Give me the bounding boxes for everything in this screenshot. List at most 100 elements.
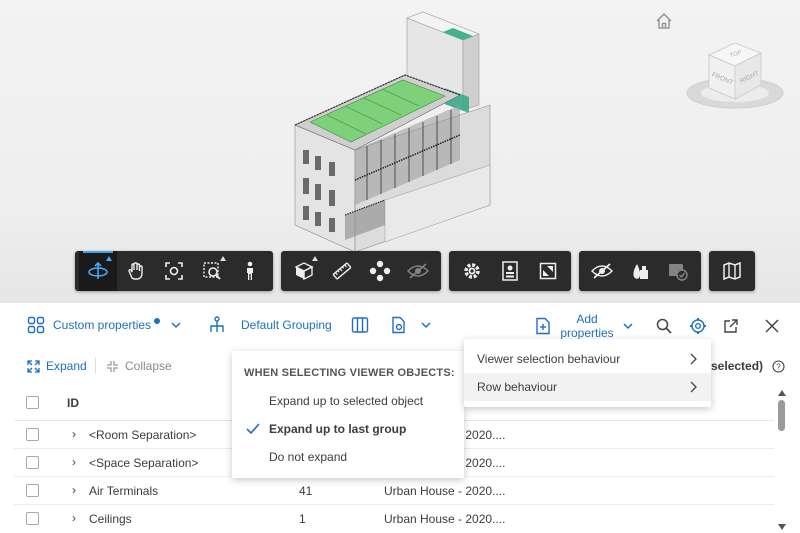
chevron-right-icon	[690, 381, 697, 393]
isolate-icon	[633, 264, 648, 279]
orbit-icon	[88, 261, 108, 279]
expand-row-icon[interactable]: ›	[72, 427, 76, 441]
row-id: Ceilings	[89, 512, 132, 526]
view-settings-button[interactable]	[389, 316, 432, 334]
default-grouping-label: Default Grouping	[241, 318, 332, 332]
pan-icon	[128, 262, 143, 280]
chevron-down-icon	[623, 323, 633, 330]
menu-option-label: Expand up to last group	[269, 422, 407, 436]
show-all-button[interactable]	[659, 251, 697, 291]
model-browser-button[interactable]	[361, 251, 399, 291]
chevron-down-icon	[421, 322, 431, 329]
select-all-checkbox[interactable]	[26, 396, 39, 409]
menu-heading: WHEN SELECTING VIEWER OBJECTS:	[244, 367, 455, 379]
column-header-id[interactable]: ID	[67, 396, 79, 410]
chevron-right-icon	[690, 353, 697, 365]
scrollbar-thumb[interactable]	[778, 400, 785, 431]
building-model[interactable]	[285, 10, 500, 260]
orbit-button[interactable]	[79, 251, 117, 291]
search-icon[interactable]	[655, 317, 673, 335]
menu-option-do-not-expand[interactable]: Do not expand	[232, 443, 464, 471]
fit-to-view-icon	[165, 262, 183, 280]
scroll-up-icon[interactable]	[777, 389, 787, 397]
open-external-icon[interactable]	[723, 318, 739, 334]
pan-button[interactable]	[117, 251, 155, 291]
fullscreen-button[interactable]	[529, 251, 567, 291]
custom-properties-button[interactable]: Custom properties	[27, 316, 182, 334]
help-icon[interactable]: ?	[772, 360, 785, 373]
add-properties-label: Add properties	[560, 312, 614, 340]
row-id: <Room Separation>	[89, 428, 197, 442]
table-scrollbar[interactable]	[777, 389, 787, 531]
columns-button[interactable]	[351, 316, 369, 334]
measure-icon	[332, 262, 352, 280]
collapse-button[interactable]: Collapse	[106, 359, 172, 373]
table-row[interactable]: › Ceilings 1 Urban House - 2020....	[14, 505, 774, 533]
hierarchy-icon	[210, 316, 224, 332]
menu-item-label: Viewer selection behaviour	[477, 352, 621, 366]
row-count: 41	[299, 484, 313, 498]
divider	[95, 358, 96, 374]
expand-row-icon[interactable]: ›	[72, 483, 76, 497]
settings-icon	[464, 263, 480, 279]
collapse-label: Collapse	[125, 359, 172, 373]
row-checkbox[interactable]	[26, 512, 39, 525]
ghosting-button[interactable]	[399, 251, 437, 291]
properties-button[interactable]	[491, 251, 529, 291]
hide-button[interactable]	[583, 251, 621, 291]
menu-option-label: Do not expand	[269, 450, 348, 464]
fit-to-view-button[interactable]	[155, 251, 193, 291]
settings-gear-icon[interactable]	[689, 317, 707, 335]
unsaved-dot	[154, 318, 161, 324]
menu-item-viewer-selection-behaviour[interactable]: Viewer selection behaviour	[464, 345, 711, 373]
row-checkbox[interactable]	[26, 456, 39, 469]
grid-view-icon	[27, 316, 45, 334]
settings-menu: Viewer selection behaviour Row behaviour	[464, 339, 711, 407]
show-all-icon	[669, 264, 688, 281]
first-person-icon	[247, 261, 253, 280]
map-button[interactable]	[713, 251, 751, 291]
table-row[interactable]: › Air Terminals 41 Urban House - 2020...…	[14, 477, 774, 505]
expand-behaviour-menu: WHEN SELECTING VIEWER OBJECTS: Expand up…	[232, 351, 464, 478]
row-count: 1	[299, 512, 306, 526]
visibility-tools-group	[579, 251, 701, 291]
fullscreen-icon	[539, 262, 557, 280]
expand-row-icon[interactable]: ›	[72, 455, 76, 469]
section-box-button[interactable]	[285, 251, 323, 291]
properties-icon	[502, 261, 518, 281]
map-icon	[723, 261, 741, 281]
first-person-button[interactable]	[231, 251, 269, 291]
grouping-button[interactable]: Default Grouping	[208, 316, 332, 334]
viewer-toolbar	[75, 251, 755, 291]
add-properties-button[interactable]: Add properties	[534, 312, 634, 340]
checkmark-icon	[246, 423, 260, 435]
viewer-canvas[interactable]: TOP FRONT RIGHT	[0, 0, 800, 303]
menu-option-expand-selected[interactable]: Expand up to selected object	[232, 387, 464, 415]
measure-button[interactable]	[323, 251, 361, 291]
expand-row-icon[interactable]: ›	[72, 511, 76, 525]
expand-button[interactable]: Expand	[27, 359, 87, 373]
isolate-button[interactable]	[621, 251, 659, 291]
document-gear-icon	[392, 316, 405, 334]
menu-option-expand-last-group[interactable]: Expand up to last group	[232, 415, 464, 443]
zoom-window-button[interactable]	[193, 251, 231, 291]
close-icon[interactable]	[765, 319, 779, 333]
menu-item-row-behaviour[interactable]: Row behaviour	[464, 373, 711, 401]
hide-icon	[591, 263, 613, 279]
home-icon[interactable]	[655, 12, 673, 30]
section-box-icon	[294, 262, 314, 281]
menu-option-label: Expand up to selected object	[269, 394, 424, 408]
ghosting-icon	[407, 263, 429, 279]
custom-properties-label: Custom properties	[53, 318, 152, 332]
navigation-tools-group	[75, 251, 273, 291]
row-checkbox[interactable]	[26, 428, 39, 441]
row-id: <Space Separation>	[89, 456, 199, 470]
columns-icon	[351, 317, 369, 333]
expand-label: Expand	[46, 359, 87, 373]
viewer-settings-button[interactable]	[453, 251, 491, 291]
scroll-down-icon[interactable]	[777, 523, 787, 531]
row-checkbox[interactable]	[26, 484, 39, 497]
view-cube[interactable]: TOP FRONT RIGHT	[683, 33, 787, 111]
model-browser-icon	[369, 260, 391, 282]
add-document-icon	[536, 317, 550, 335]
